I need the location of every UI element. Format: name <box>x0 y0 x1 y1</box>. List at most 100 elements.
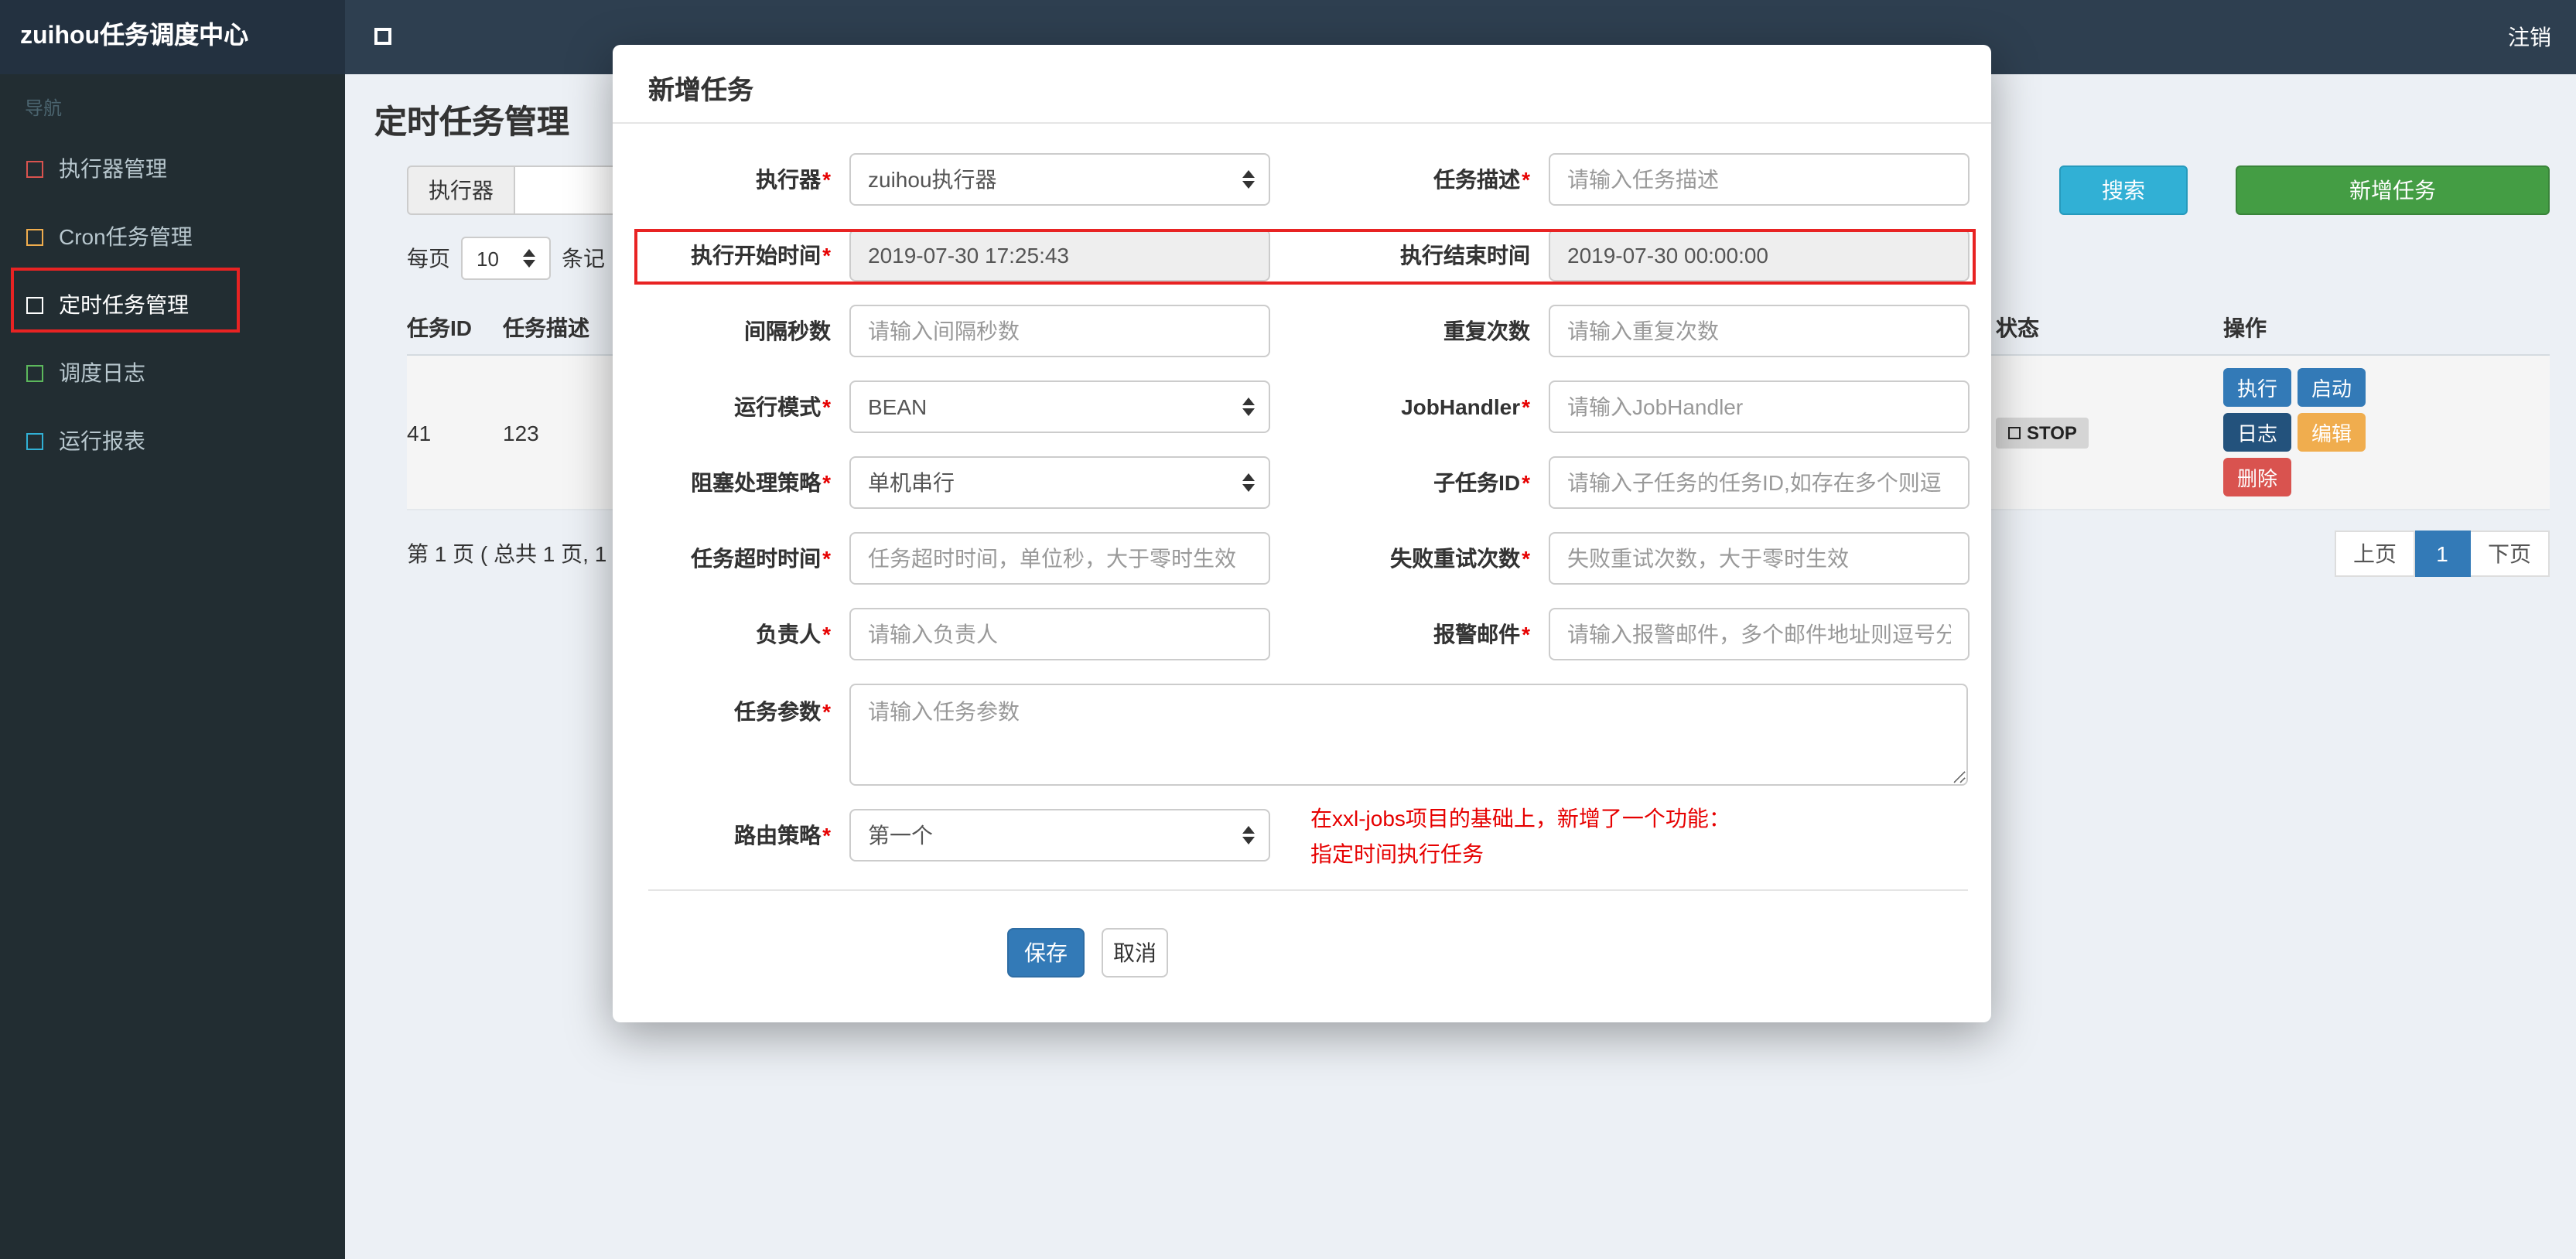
search-button[interactable]: 搜索 <box>2059 165 2188 215</box>
required-asterisk: * <box>822 699 831 724</box>
alarm-email-input[interactable] <box>1549 608 1970 660</box>
sidebar-item-executor-management[interactable]: 执行器管理 <box>0 135 345 203</box>
feature-note-line2: 指定时间执行任务 <box>1310 841 1484 866</box>
modal-body: 执行器* zuihou执行器 任务描述* 执行开始时间* 执行结束时间 间隔秒数… <box>613 124 1991 978</box>
form-row-runmode-handler: 运行模式 * BEAN JobHandler * <box>648 380 1991 433</box>
sidebar-collapse-icon[interactable] <box>374 28 391 45</box>
square-icon <box>26 296 43 313</box>
modal-title: 新增任务 <box>613 45 1991 124</box>
delete-button[interactable]: 删除 <box>2223 458 2292 496</box>
edit-button[interactable]: 编辑 <box>2298 413 2366 452</box>
executor-label: 执行器 * <box>756 167 831 192</box>
form-row-owner-email: 负责人* 报警邮件* <box>648 608 1991 660</box>
required-asterisk: * <box>1522 546 1530 571</box>
brand-title[interactable]: zuihou任务调度中心 <box>0 0 345 74</box>
job-handler-label: JobHandler * <box>1401 394 1530 419</box>
col-header-task-id: 任务ID <box>407 315 472 339</box>
select-caret-icon <box>1242 826 1255 844</box>
pager: 上页 1 下页 <box>2335 531 2550 577</box>
repeat-count-input[interactable] <box>1549 305 1970 357</box>
sidebar-item-label: 执行器管理 <box>59 156 167 181</box>
interval-label: 间隔秒数 <box>744 319 831 343</box>
status-badge: STOP <box>1996 417 2089 448</box>
alarm-email-label: 报警邮件 * <box>1433 622 1530 647</box>
select-caret-icon <box>1242 170 1255 189</box>
square-icon <box>26 160 43 177</box>
interval-input[interactable] <box>849 305 1270 357</box>
col-header-actions: 操作 <box>2223 315 2267 339</box>
executor-filter-label: 执行器 <box>407 165 515 215</box>
prev-page-button[interactable]: 上页 <box>2335 531 2415 577</box>
job-desc-input[interactable] <box>1549 153 1970 206</box>
form-row-block-childjob: 阻塞处理策略 * 单机串行 子任务ID * <box>648 456 1991 509</box>
required-asterisk: * <box>1522 394 1530 419</box>
job-desc-label: 任务描述 * <box>1433 167 1530 192</box>
required-asterisk: * <box>1522 167 1530 192</box>
cancel-button[interactable]: 取消 <box>1102 928 1168 978</box>
run-mode-select-value: BEAN <box>868 394 928 419</box>
add-task-modal: 新增任务 执行器* zuihou执行器 任务描述* 执行开始时间* 执行结束时间… <box>613 45 1991 1022</box>
page-number-button[interactable]: 1 <box>2415 531 2471 577</box>
job-handler-input[interactable] <box>1549 380 1970 433</box>
run-mode-select[interactable]: BEAN <box>849 380 1270 433</box>
executor-select[interactable]: zuihou执行器 <box>849 153 1270 206</box>
app-root: zuihou任务调度中心 注销 导航 执行器管理 Cron任务管理 定时任务管理… <box>0 0 2576 1259</box>
next-page-button[interactable]: 下页 <box>2471 531 2550 577</box>
cell-task-id: 41 <box>407 420 432 445</box>
required-asterisk: * <box>1522 470 1530 495</box>
execute-button[interactable]: 执行 <box>2223 368 2292 407</box>
col-header-status: 状态 <box>1996 315 2039 339</box>
run-mode-label: 运行模式 * <box>734 394 831 419</box>
fail-retry-input[interactable] <box>1549 532 1970 585</box>
select-caret-icon <box>1242 473 1255 492</box>
route-strategy-label: 路由策略 * <box>734 823 831 848</box>
feature-note-line1: 在xxl-jobs项目的基础上，新增了一个功能： <box>1310 805 1730 831</box>
route-strategy-select-value: 第一个 <box>868 823 933 848</box>
owner-label: 负责人 * <box>756 622 831 647</box>
sidebar-item-label: 定时任务管理 <box>59 292 189 317</box>
sidebar-item-label: Cron任务管理 <box>59 224 193 249</box>
per-page-prefix: 每页 <box>407 246 450 271</box>
job-param-textarea[interactable] <box>849 684 1968 786</box>
sidebar-item-run-report[interactable]: 运行报表 <box>0 407 345 475</box>
per-page-select[interactable]: 10 <box>461 237 551 280</box>
end-time-input[interactable] <box>1549 229 1970 281</box>
start-button[interactable]: 启动 <box>2298 368 2366 407</box>
required-asterisk: * <box>822 546 831 571</box>
form-row-timeout-retry: 任务超时时间* 失败重试次数* <box>648 532 1991 585</box>
start-time-input[interactable] <box>849 229 1270 281</box>
modal-footer: 保存 取消 <box>648 891 1991 978</box>
sidebar-nav-label: 导航 <box>25 97 63 119</box>
logout-link[interactable]: 注销 <box>2508 0 2551 74</box>
square-icon <box>26 364 43 381</box>
status-badge-label: STOP <box>2027 421 2077 443</box>
child-job-input[interactable] <box>1549 456 1970 509</box>
end-time-label: 执行结束时间 <box>1400 243 1530 268</box>
block-strategy-select[interactable]: 单机串行 <box>849 456 1270 509</box>
executor-select-value: zuihou执行器 <box>868 167 997 192</box>
add-task-button[interactable]: 新增任务 <box>2236 165 2550 215</box>
route-strategy-select[interactable]: 第一个 <box>849 809 1270 862</box>
sidebar-item-schedule-log[interactable]: 调度日志 <box>0 339 345 407</box>
form-row-time-range: 执行开始时间* 执行结束时间 <box>648 229 1991 281</box>
child-job-label: 子任务ID * <box>1433 470 1530 495</box>
sidebar: 导航 执行器管理 Cron任务管理 定时任务管理 调度日志 运行报表 <box>0 74 345 1259</box>
sidebar-item-label: 运行报表 <box>59 428 145 453</box>
per-page-select-value: 10 <box>477 247 499 270</box>
block-strategy-select-value: 单机串行 <box>868 470 955 495</box>
required-asterisk: * <box>822 243 831 268</box>
save-button[interactable]: 保存 <box>1007 928 1085 978</box>
owner-input[interactable] <box>849 608 1270 660</box>
block-strategy-label: 阻塞处理策略 * <box>691 470 831 495</box>
required-asterisk: * <box>822 167 831 192</box>
timeout-input[interactable] <box>849 532 1270 585</box>
select-caret-icon <box>523 249 535 268</box>
required-asterisk: * <box>822 470 831 495</box>
sidebar-item-cron-task-management[interactable]: Cron任务管理 <box>0 203 345 271</box>
timeout-label: 任务超时时间 * <box>691 546 831 571</box>
stop-square-icon <box>2008 426 2021 438</box>
required-asterisk: * <box>822 823 831 848</box>
sidebar-item-timed-task-management[interactable]: 定时任务管理 <box>0 271 345 339</box>
log-button[interactable]: 日志 <box>2223 413 2292 452</box>
square-icon <box>26 432 43 449</box>
